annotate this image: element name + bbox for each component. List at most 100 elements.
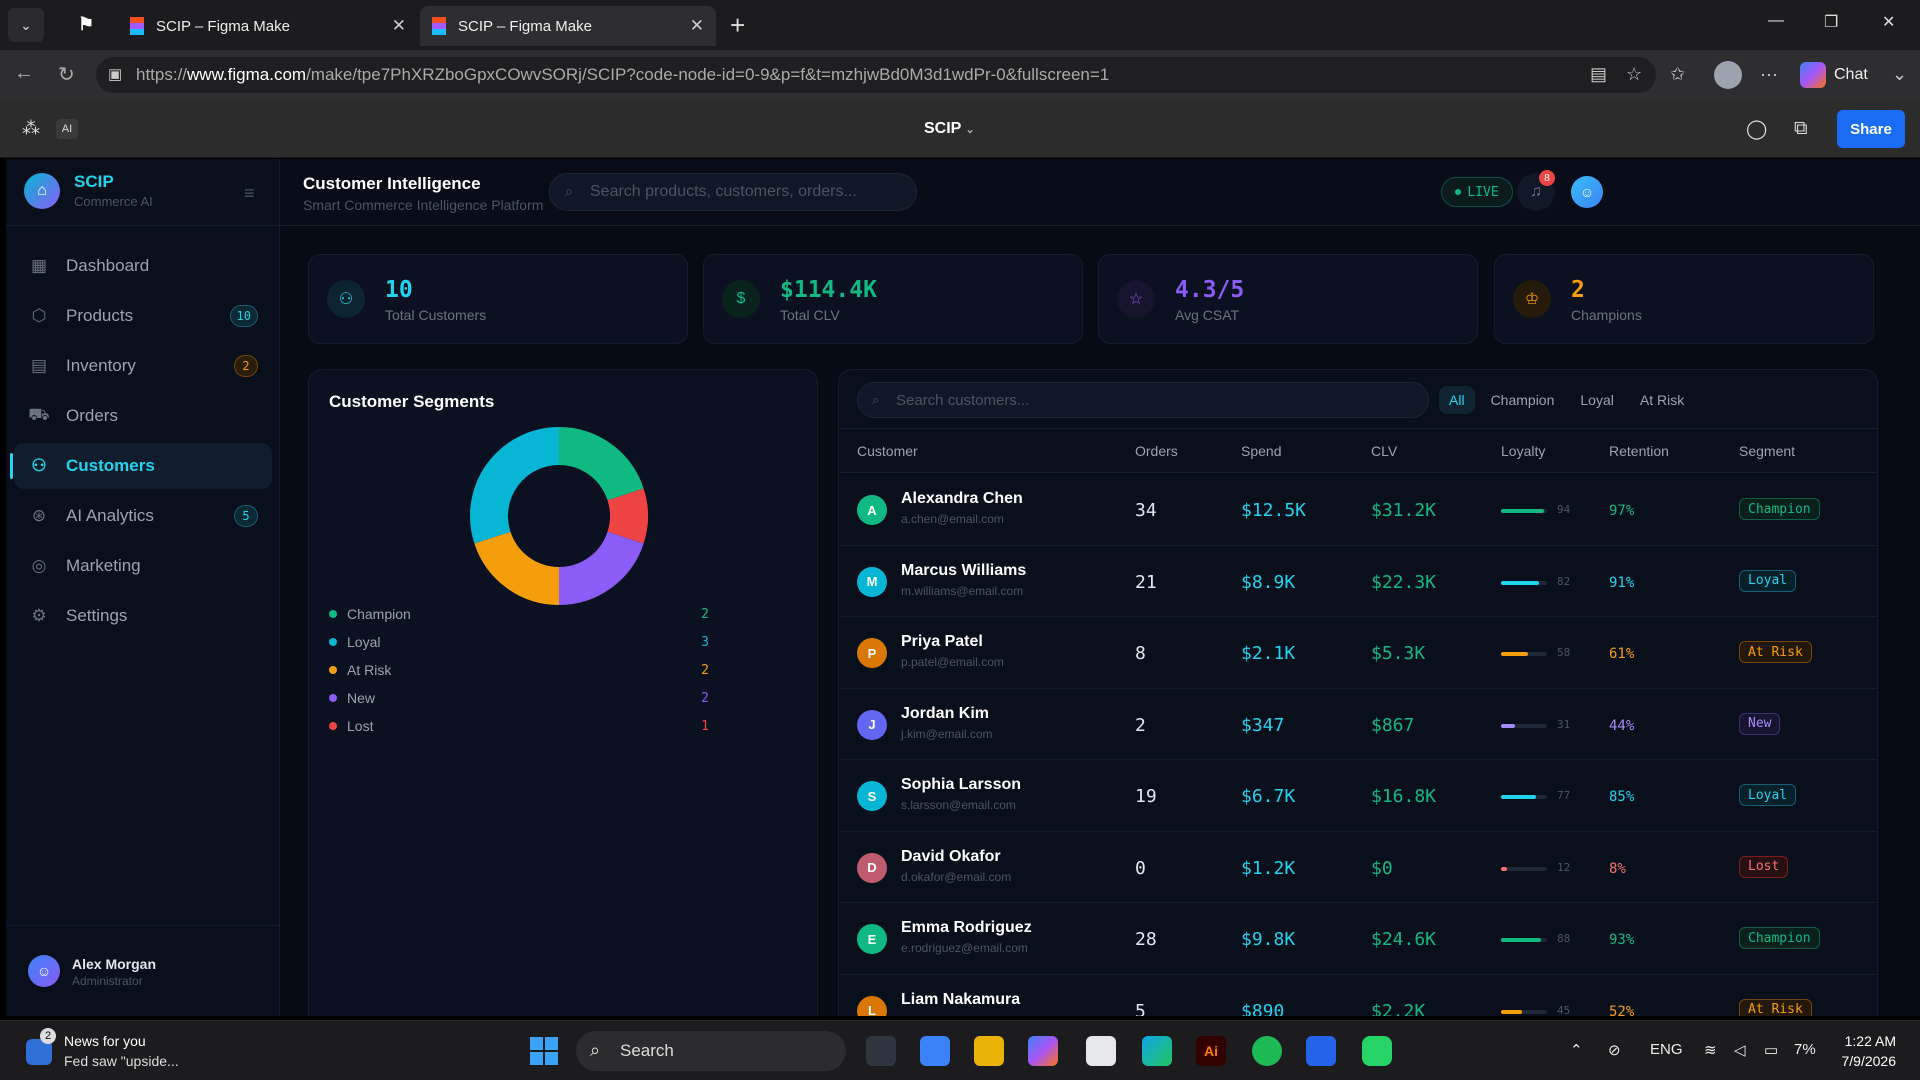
customer-search-input[interactable]: ⌕ Search customers... xyxy=(857,382,1429,418)
avatar[interactable]: ☺ xyxy=(1571,176,1603,208)
close-tab-icon[interactable]: ✕ xyxy=(690,16,704,36)
more-options-icon[interactable]: ··· xyxy=(1760,64,1778,85)
table-row[interactable]: D David Okafor d.okafor@email.com 0 $1.2K $0 1… xyxy=(839,832,1877,903)
filter-at-risk[interactable]: At Risk xyxy=(1630,386,1694,414)
box-icon: ⬡ xyxy=(31,306,47,325)
donut-slice-champion[interactable] xyxy=(558,427,644,502)
network-off-icon[interactable]: ⊘ xyxy=(1608,1041,1621,1059)
app-icon[interactable] xyxy=(1306,1036,1336,1066)
legend-count: 2 xyxy=(701,662,709,678)
tab-actions-menu-button[interactable]: ⌄ xyxy=(8,8,44,42)
table-row[interactable]: S Sophia Larsson s.larsson@email.com 19 $6.7… xyxy=(839,760,1877,832)
table-row[interactable]: E Emma Rodriguez e.rodriguez@email.com 28 $9… xyxy=(839,903,1877,975)
chevron-up-icon[interactable]: ⌃ xyxy=(1570,1041,1583,1059)
illustrator-icon[interactable]: Ai xyxy=(1196,1036,1226,1066)
figma-tab-logo-icon: ⚑ xyxy=(78,14,95,34)
table-row[interactable]: M Marcus Williams m.williams@email.com 21 $8… xyxy=(839,546,1877,617)
profile-avatar[interactable] xyxy=(1714,61,1742,89)
spend-value: $2.1K xyxy=(1241,643,1296,664)
preview-scan-icon[interactable]: ⧉ xyxy=(1794,118,1808,140)
star-icon: ☆ xyxy=(1117,280,1155,318)
loyalty-bar xyxy=(1501,580,1547,585)
column-header[interactable]: Spend xyxy=(1241,443,1281,459)
sidebar-item-settings[interactable]: ⚙ Settings xyxy=(14,593,272,639)
column-header[interactable]: Loyalty xyxy=(1501,443,1545,459)
column-header[interactable]: Segment xyxy=(1739,443,1795,459)
new-tab-button[interactable]: + xyxy=(730,10,745,41)
microsoft-store-icon[interactable] xyxy=(1086,1036,1116,1066)
sidebar-item-products[interactable]: ⬡ Products 10 xyxy=(14,293,272,339)
sidebar-item-inventory[interactable]: ▤ Inventory 2 xyxy=(14,343,272,389)
reload-icon[interactable]: ↻ xyxy=(58,62,75,87)
chevron-down-icon[interactable]: ⌄ xyxy=(1892,64,1907,85)
column-header[interactable]: CLV xyxy=(1371,443,1397,459)
brand[interactable]: ⌂ SCIP Commerce AI xyxy=(24,172,153,209)
reader-mode-icon[interactable]: ▤ xyxy=(1590,64,1607,85)
table-row[interactable]: J Jordan Kim j.kim@email.com 2 $347 $867 31 44%… xyxy=(839,689,1877,760)
table-row[interactable]: L Liam Nakamura 5 $890 $2.2K 45 52% At Risk xyxy=(839,975,1877,1016)
browser-tab[interactable]: SCIP – Figma Make ✕ xyxy=(118,6,418,46)
browser-tab-active[interactable]: SCIP – Figma Make ✕ xyxy=(420,6,716,46)
column-header[interactable]: Retention xyxy=(1609,443,1669,459)
figma-logo-icon[interactable]: ⁂ xyxy=(22,118,40,139)
column-header[interactable]: Orders xyxy=(1135,443,1178,459)
live-dot-icon xyxy=(1455,189,1462,195)
restore-icon[interactable]: ❐ xyxy=(1824,12,1838,32)
customer-name: Alexandra Chen xyxy=(901,490,1023,507)
close-tab-icon[interactable]: ✕ xyxy=(392,16,406,36)
loyalty-bar xyxy=(1501,866,1547,871)
filter-loyal[interactable]: Loyal xyxy=(1570,386,1623,414)
comment-icon[interactable]: ◯ xyxy=(1746,118,1767,141)
legend-label: New xyxy=(347,690,376,706)
sidebar-item-label: Marketing xyxy=(66,556,141,575)
share-button[interactable]: Share xyxy=(1837,110,1905,148)
app-icon[interactable] xyxy=(920,1036,950,1066)
award-icon: ♔ xyxy=(1513,280,1551,318)
news-widget-headline[interactable]: Fed saw "upside... xyxy=(64,1053,179,1069)
donut-slice-at-risk[interactable] xyxy=(474,530,560,605)
menu-toggle-icon[interactable]: ≡ xyxy=(244,183,255,204)
donut-slice-loyal[interactable] xyxy=(470,427,560,544)
site-info-icon[interactable]: ▣ xyxy=(108,65,122,83)
clv-value: $22.3K xyxy=(1371,571,1437,593)
search-placeholder: Search products, customers, orders... xyxy=(590,183,857,200)
current-user[interactable]: ☺ Alex Morgan Administrator xyxy=(6,925,280,1016)
favorites-icon[interactable]: ✩ xyxy=(1670,64,1685,85)
language-indicator[interactable]: ENG xyxy=(1650,1041,1683,1058)
windows-start-icon[interactable] xyxy=(530,1037,558,1065)
segment-badge: At Risk xyxy=(1739,998,1812,1016)
whatsapp-icon[interactable] xyxy=(1362,1036,1392,1066)
file-explorer-icon[interactable] xyxy=(974,1036,1004,1066)
column-header[interactable]: Customer xyxy=(857,443,918,459)
table-row[interactable]: A Alexandra Chen a.chen@email.com 34 $12.5K $… xyxy=(839,474,1877,546)
battery-icon[interactable]: ▭ xyxy=(1764,1041,1778,1059)
task-view-icon[interactable] xyxy=(866,1036,896,1066)
copilot-icon[interactable] xyxy=(1028,1036,1058,1066)
minimize-icon[interactable]: — xyxy=(1768,12,1784,30)
system-clock[interactable]: 1:22 AM 7/9/2026 xyxy=(1836,1031,1897,1071)
edge-browser-icon[interactable] xyxy=(1142,1036,1172,1066)
sidebar-item-customers[interactable]: ⚇ Customers xyxy=(10,443,272,489)
ai-badge[interactable]: AI xyxy=(56,119,78,139)
filter-all[interactable]: All xyxy=(1439,386,1475,414)
sidebar-item-dashboard[interactable]: ▦ Dashboard xyxy=(14,243,272,289)
window-close-icon[interactable]: ✕ xyxy=(1882,12,1895,32)
table-row[interactable]: P Priya Patel p.patel@email.com 8 $2.1K $5.3K… xyxy=(839,617,1877,689)
sidebar-item-orders[interactable]: ⛟ Orders xyxy=(14,393,272,439)
global-search-input[interactable]: ⌕ Search products, customers, orders... xyxy=(549,173,917,211)
donut-slice-lost[interactable] xyxy=(607,488,648,544)
file-title-dropdown[interactable]: SCIP ⌄ xyxy=(924,120,975,138)
taskbar-search[interactable]: ⌕ Search xyxy=(576,1031,846,1071)
donut-slice-new[interactable] xyxy=(558,530,644,605)
sidebar-item-ai-analytics[interactable]: ⊛ AI Analytics 5 xyxy=(14,493,272,539)
favorite-star-icon[interactable]: ☆ xyxy=(1626,64,1642,85)
volume-icon[interactable]: ◁ xyxy=(1734,1041,1746,1059)
chat-button[interactable]: Chat xyxy=(1800,59,1868,91)
back-arrow-icon[interactable]: ← xyxy=(14,62,34,85)
filter-champion[interactable]: Champion xyxy=(1481,386,1565,414)
wifi-icon[interactable]: ≋ xyxy=(1704,1041,1717,1059)
spotify-icon[interactable] xyxy=(1252,1036,1282,1066)
news-widget-title[interactable]: News for you xyxy=(64,1033,146,1049)
sidebar-item-marketing[interactable]: ◎ Marketing xyxy=(14,543,272,589)
url-field[interactable]: ▣ https://www.figma.com/make/tpe7PhXRZbo… xyxy=(96,57,1656,93)
